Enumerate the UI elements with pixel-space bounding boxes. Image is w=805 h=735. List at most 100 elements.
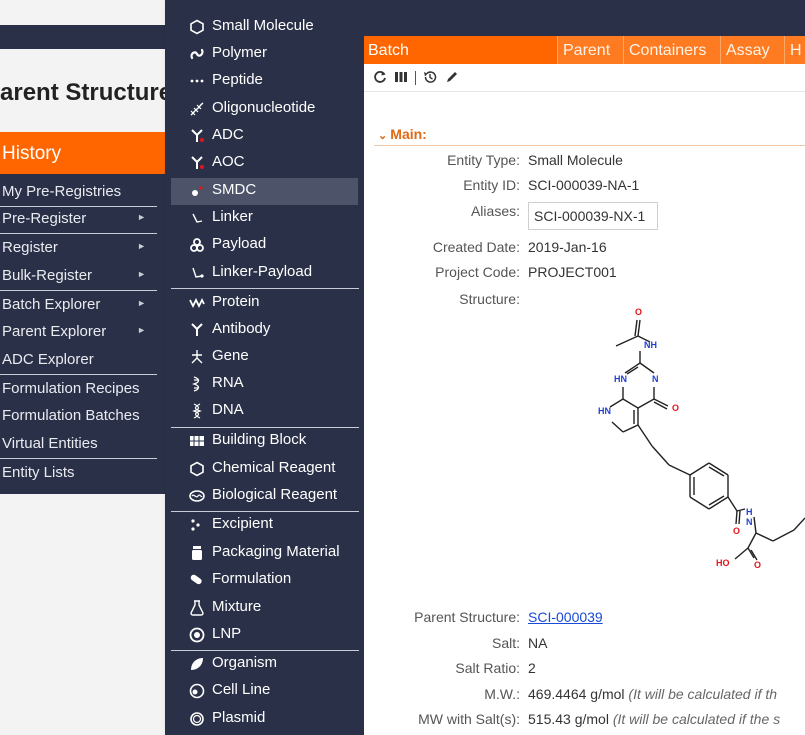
menu-item-entity-lists[interactable]: Entity Lists bbox=[0, 464, 158, 481]
linker-icon bbox=[189, 210, 205, 226]
menu-item-formulation-recipes[interactable]: Formulation Recipes bbox=[0, 380, 158, 397]
payload-icon bbox=[189, 237, 205, 253]
submenu-arrow-icon: ► bbox=[137, 241, 146, 251]
mw-value: 469.4464 g/mol (It will be calculated if… bbox=[528, 686, 777, 702]
menu-item-parent-explorer[interactable]: Parent Explorer ► bbox=[0, 323, 158, 340]
columns-icon[interactable] bbox=[393, 70, 409, 86]
menu-header-history[interactable]: History bbox=[0, 132, 165, 174]
menu-divider bbox=[0, 206, 157, 207]
formulation-icon bbox=[189, 572, 205, 588]
menu-divider bbox=[0, 458, 157, 459]
building-block-icon bbox=[189, 433, 205, 449]
page-title: arent Structure bbox=[0, 79, 173, 106]
dropdown-item-label: Peptide bbox=[212, 71, 263, 88]
hexagon-icon bbox=[189, 19, 205, 35]
dropdown-item-rna[interactable]: RNA bbox=[165, 371, 364, 398]
menu-item-batch-explorer[interactable]: Batch Explorer ► bbox=[0, 296, 158, 313]
parent-structure-link[interactable]: SCI-000039 bbox=[528, 609, 603, 625]
aliases-label: Aliases: bbox=[470, 203, 520, 219]
dropdown-item-label: Formulation bbox=[212, 570, 292, 587]
tab-batch[interactable]: Batch bbox=[364, 36, 557, 64]
menu-divider bbox=[0, 233, 157, 234]
dropdown-item-protein[interactable]: Protein bbox=[165, 290, 364, 317]
dropdown-item-plasmid[interactable]: Plasmid bbox=[165, 706, 364, 733]
dropdown-item-dna[interactable]: DNA bbox=[165, 398, 364, 425]
salt-ratio-label: Salt Ratio: bbox=[455, 660, 520, 676]
top-navbar bbox=[364, 0, 805, 36]
dropdown-item-linker-payload[interactable]: Linker-Payload bbox=[165, 260, 364, 287]
dropdown-item-smdc[interactable]: SMDC bbox=[171, 178, 358, 205]
menu-item-virtual-entities[interactable]: Virtual Entities bbox=[0, 435, 158, 452]
structure-label: Structure: bbox=[459, 291, 520, 307]
lnp-icon bbox=[189, 627, 205, 643]
toolbar-divider bbox=[415, 71, 416, 85]
edit-pencil-icon[interactable] bbox=[444, 70, 460, 86]
menu-item-bulk-register[interactable]: Bulk-Register ► bbox=[0, 267, 158, 284]
adc-icon bbox=[189, 128, 205, 144]
dropdown-item-label: Plasmid bbox=[212, 709, 266, 726]
dropdown-item-oligonucleotide[interactable]: Oligonucleotide bbox=[165, 96, 364, 123]
atom-label: HN bbox=[598, 406, 611, 416]
dropdown-item-excipient[interactable]: Excipient bbox=[165, 512, 364, 539]
dropdown-item-label: Biological Reagent bbox=[212, 486, 338, 503]
dropdown-item-antibody[interactable]: Antibody bbox=[165, 317, 364, 344]
menu-divider bbox=[0, 374, 157, 375]
menu-item-label: My Pre-Registries bbox=[2, 183, 122, 200]
tab-containers[interactable]: Containers bbox=[623, 36, 711, 64]
dropdown-item-label: Linker-Payload bbox=[212, 263, 313, 280]
created-date-label: Created Date: bbox=[432, 239, 520, 255]
dropdown-item-payload[interactable]: Payload bbox=[165, 232, 364, 259]
dropdown-item-building-block[interactable]: Building Block bbox=[165, 428, 364, 455]
mw-salt-value: 515.43 g/mol (It will be calculated if t… bbox=[528, 711, 780, 727]
smdc-icon bbox=[189, 183, 205, 199]
dropdown-item-packaging-material[interactable]: Packaging Material bbox=[165, 540, 364, 567]
dropdown-item-gene[interactable]: Gene bbox=[165, 344, 364, 371]
dropdown-item-label: Payload bbox=[212, 235, 267, 252]
tab-parent[interactable]: Parent bbox=[557, 36, 615, 64]
tab-assay[interactable]: Assay bbox=[720, 36, 775, 64]
biological-reagent-icon bbox=[189, 488, 205, 504]
dropdown-item-aoc[interactable]: AOC bbox=[165, 150, 364, 177]
refresh-icon[interactable] bbox=[372, 70, 388, 86]
project-code-label: Project Code: bbox=[435, 264, 520, 280]
dropdown-item-chemical-reagent[interactable]: Chemical Reagent bbox=[165, 456, 364, 483]
dropdown-item-peptide[interactable]: Peptide bbox=[165, 68, 364, 95]
history-icon[interactable] bbox=[422, 70, 438, 86]
dropdown-item-linker[interactable]: Linker bbox=[165, 205, 364, 232]
dropdown-item-lnp[interactable]: LNP bbox=[165, 622, 364, 649]
menu-item-label: Formulation Recipes bbox=[2, 380, 140, 397]
dropdown-item-polymer[interactable]: Polymer bbox=[165, 41, 364, 68]
dropdown-item-label: Mixture bbox=[212, 598, 262, 615]
menu-item-formulation-batches[interactable]: Formulation Batches bbox=[0, 407, 158, 424]
section-main-toggle[interactable]: ⌄ Main: bbox=[378, 126, 427, 142]
antibody-icon bbox=[189, 322, 205, 338]
dropdown-item-small-molecule[interactable]: Small Molecule bbox=[165, 14, 364, 41]
dropdown-item-label: Oligonucleotide bbox=[212, 99, 316, 116]
dropdown-item-organism[interactable]: Organism bbox=[165, 651, 364, 678]
created-date-value: 2019-Jan-16 bbox=[528, 239, 607, 255]
menu-item-adc-explorer[interactable]: ADC Explorer bbox=[0, 351, 158, 368]
menu-item-register[interactable]: Register ► bbox=[0, 239, 158, 256]
mw-salt-label: MW with Salt(s): bbox=[418, 711, 520, 727]
dropdown-item-biological-reagent[interactable]: Biological Reagent bbox=[165, 483, 364, 510]
menu-item-pre-register[interactable]: Pre-Register ► bbox=[0, 210, 158, 227]
alias-chip[interactable]: SCI-000039-NX-1 bbox=[528, 202, 658, 230]
atom-label: O bbox=[635, 307, 642, 317]
dropdown-item-label: Polymer bbox=[212, 44, 268, 61]
dropdown-item-adc[interactable]: ADC bbox=[165, 123, 364, 150]
tab-history[interactable]: H bbox=[784, 36, 805, 64]
excipient-icon bbox=[189, 517, 205, 533]
dropdown-item-label: SMDC bbox=[212, 181, 257, 198]
dropdown-item-formulation[interactable]: Formulation bbox=[165, 567, 364, 594]
menu-item-my-pre-registries[interactable]: My Pre-Registries bbox=[0, 183, 158, 200]
chevron-down-icon: ⌄ bbox=[378, 130, 391, 142]
dropdown-item-mixture[interactable]: Mixture bbox=[165, 595, 364, 622]
dropdown-item-label: LNP bbox=[212, 625, 242, 642]
cell-line-icon bbox=[189, 683, 205, 699]
toolbar bbox=[364, 64, 805, 92]
mixture-icon bbox=[189, 600, 205, 616]
dropdown-item-cell-line[interactable]: Cell Line bbox=[165, 678, 364, 705]
submenu-arrow-icon: ► bbox=[137, 298, 146, 308]
entity-type-value: Small Molecule bbox=[528, 152, 623, 168]
dropdown-item-label: Cell Line bbox=[212, 681, 271, 698]
